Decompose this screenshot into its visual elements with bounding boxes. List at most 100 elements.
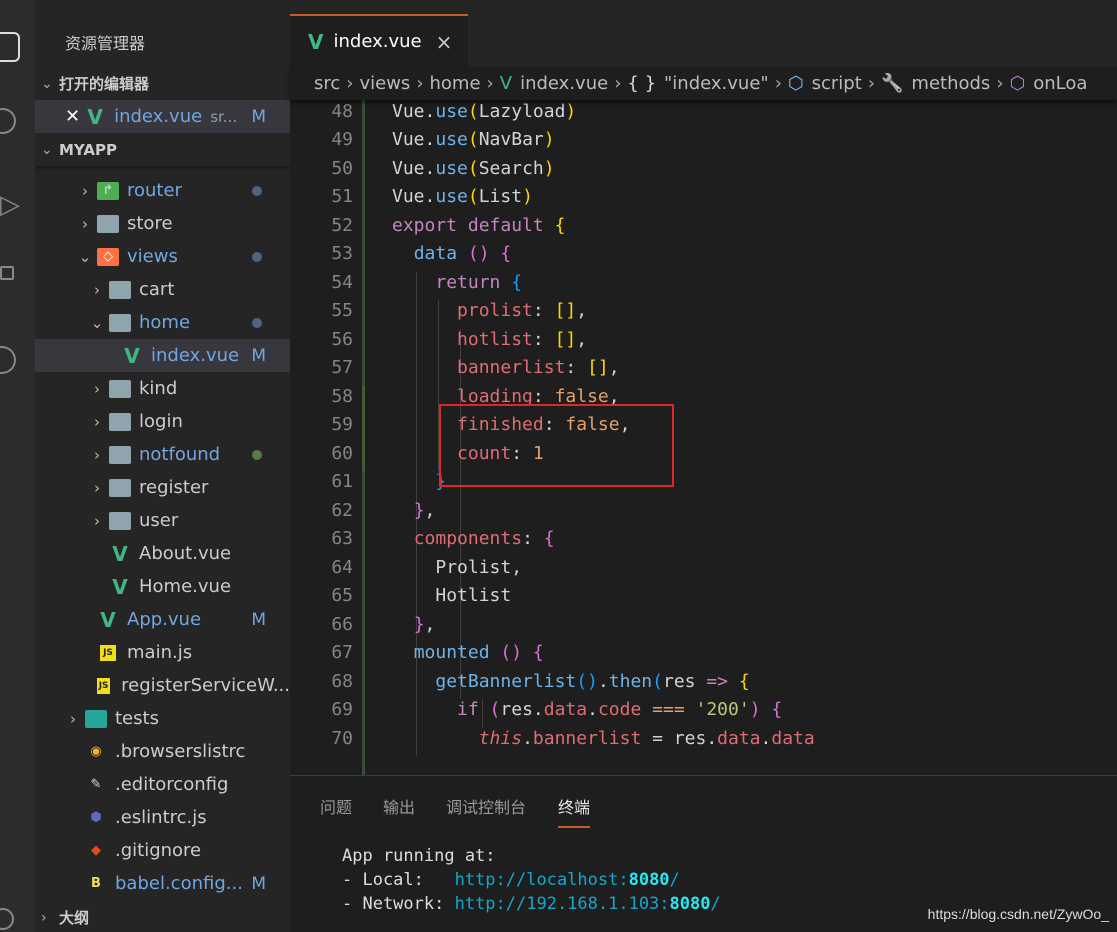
code-token: (: [467, 157, 479, 179]
code-token: data: [771, 727, 815, 749]
views-folder-icon: ◇: [97, 247, 119, 266]
tree-item-homevue[interactable]: V Home.vue: [35, 570, 290, 603]
open-file-path: sr...: [210, 107, 238, 126]
panel-tab-1[interactable]: 输出: [383, 794, 415, 818]
activity-bar: ▷: [0, 0, 35, 932]
tree-item-gitignore[interactable]: ◆ .gitignore: [35, 834, 290, 867]
tree-item-mainjs[interactable]: JS main.js: [35, 636, 290, 669]
code-token: (): [500, 642, 523, 663]
modified-dot: [252, 449, 262, 460]
line-number: 58: [331, 385, 353, 407]
timeline-icon[interactable]: [0, 346, 16, 374]
tree-item-appvue[interactable]: V App.vue M: [35, 603, 290, 636]
tree-item-home[interactable]: ⌄ home: [35, 306, 290, 339]
breadcrumb-item[interactable]: home: [430, 73, 481, 94]
tree-item-notfound[interactable]: › notfound: [35, 438, 290, 471]
settings-icon[interactable]: [0, 908, 14, 930]
code-line: this.bannerlist = res.data.data: [392, 728, 815, 749]
breadcrumb-item[interactable]: views: [359, 73, 410, 94]
breadcrumb-item[interactable]: methods: [911, 73, 990, 94]
open-editor-item[interactable]: ✕ V index.vue sr... M: [35, 100, 290, 133]
breadcrumb: src › views › home › Vindex.vue ›{ } "index.vue"…: [290, 67, 1117, 100]
tree-item-editorconfig[interactable]: ✎ .editorconfig: [35, 768, 290, 801]
local-label: - Local:: [342, 870, 455, 890]
code-token: }: [413, 613, 425, 635]
line-number: 55: [331, 300, 353, 321]
tree-item-label: cart: [139, 279, 175, 300]
breadcrumb-item[interactable]: script: [812, 73, 862, 94]
line-number: 60: [331, 442, 353, 464]
breadcrumb-item[interactable]: src: [314, 73, 340, 94]
breadcrumb-item[interactable]: "index.vue": [664, 73, 769, 94]
tree-item-user[interactable]: › user: [35, 504, 290, 537]
folder-open-icon: [109, 313, 131, 332]
code-token: =: [641, 727, 674, 749]
open-editors-header[interactable]: ⌄ 打开的编辑器: [35, 67, 290, 100]
cube-icon: ⬡: [787, 73, 804, 94]
tree-item-browserslistrc[interactable]: ◉ .browserslistrc: [35, 735, 290, 768]
tree-item-cart[interactable]: › cart: [35, 273, 290, 306]
tree-item-router[interactable]: › ↱ router: [35, 174, 290, 207]
panel-tab-2[interactable]: 调试控制台: [446, 794, 526, 818]
line-number: 51: [331, 186, 353, 207]
tree-item-aboutvue[interactable]: V About.vue: [35, 537, 290, 570]
tree-item-tests[interactable]: › tests: [35, 702, 290, 735]
tree-item-label: App.vue: [127, 609, 202, 630]
chevron-down-icon: ⌄: [90, 313, 104, 332]
extensions-icon[interactable]: [0, 266, 14, 280]
chevron-right-icon: ›: [94, 478, 100, 497]
code-editor[interactable]: 47Vue.use(Image)48Vue.use(Lazyload)49Vue…: [290, 86, 1117, 775]
local-url[interactable]: http://localhost:: [455, 870, 629, 890]
code-token: (: [467, 129, 479, 150]
code-token: use: [435, 100, 468, 122]
code-line: Vue.use(Search): [392, 158, 555, 179]
code-token: getBannerlist: [435, 670, 577, 692]
git-gutter-modified: [362, 86, 365, 775]
tree-item-kind[interactable]: › kind: [35, 372, 290, 405]
tree-item-registerservicew[interactable]: JS registerServiceW...: [35, 669, 290, 702]
network-port: 8080: [669, 894, 711, 914]
breadcrumb-item[interactable]: onLoa: [1033, 73, 1087, 94]
code-token: ): [543, 129, 555, 150]
chevron-right-icon: ›: [416, 73, 424, 94]
run-debug-icon[interactable]: ▷: [0, 190, 20, 220]
explorer-sidebar: 资源管理器 ⌄ 打开的编辑器 ✕ V index.vue sr... M ⌄ MYA…: [35, 0, 290, 932]
project-header[interactable]: ⌄ MYAPP: [35, 133, 290, 166]
tree-item-babelconfig[interactable]: Bbabel.config... M: [35, 867, 290, 900]
outline-header[interactable]: › 大纲: [35, 903, 290, 932]
tree-item-store[interactable]: › store: [35, 207, 290, 240]
close-tab-icon[interactable]: ×: [436, 30, 453, 54]
tab-index-vue[interactable]: V index.vue ×: [290, 14, 468, 67]
close-icon[interactable]: ✕: [65, 106, 80, 127]
tree-item-views[interactable]: ⌄ ◇ views: [35, 240, 290, 273]
code-token: (: [467, 186, 479, 207]
panel-tab-3[interactable]: 终端: [558, 794, 591, 828]
search-icon[interactable]: [0, 108, 16, 134]
tree-item-label: views: [127, 246, 178, 267]
network-url[interactable]: http://192.168.1.103:: [455, 894, 670, 914]
explorer-icon[interactable]: [0, 32, 20, 62]
code-line: Vue.use(List): [392, 186, 533, 207]
line-number: 52: [331, 214, 353, 236]
code-token: (: [489, 699, 501, 720]
line-number: 56: [331, 328, 353, 350]
code-token: []: [554, 328, 577, 350]
tree-item-eslintrcjs[interactable]: ⬢ .eslintrc.js: [35, 801, 290, 834]
code-token: res: [662, 670, 707, 692]
tree-item-login[interactable]: › login: [35, 405, 290, 438]
chevron-right-icon: ›: [94, 379, 100, 398]
line-number: 64: [331, 556, 353, 578]
line-number: 62: [331, 499, 353, 521]
tree-item-register[interactable]: › register: [35, 471, 290, 504]
code-line: return {: [392, 272, 522, 293]
tree-item-label: router: [127, 180, 182, 201]
breadcrumb-item[interactable]: index.vue: [520, 73, 608, 94]
code-token: {: [771, 699, 783, 720]
panel-tab-0[interactable]: 问题: [320, 794, 352, 818]
terminal-line: App running at:: [342, 846, 496, 866]
code-token: Vue: [392, 100, 425, 122]
tests-folder-icon: [85, 709, 107, 728]
tree-item-indexvue[interactable]: Vindex.vue M: [35, 339, 290, 372]
line-number: 70: [331, 727, 353, 749]
